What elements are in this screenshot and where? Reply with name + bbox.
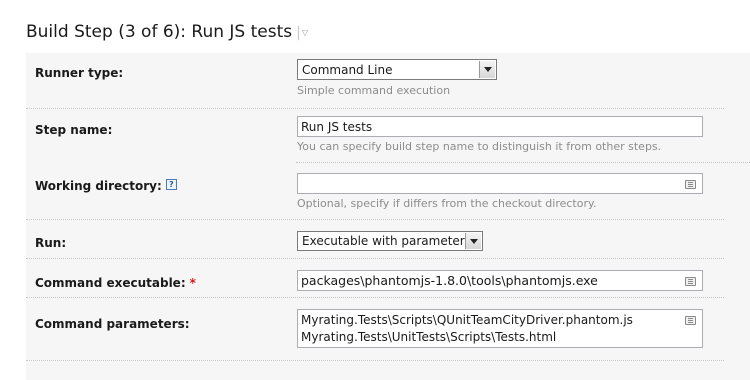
working-directory-note: Optional, specify if differs from the ch… (297, 197, 597, 210)
command-executable-input[interactable]: packages\phantomjs-1.8.0\tools\phantomjs… (297, 270, 703, 291)
run-row: Run: Executable with parameters (26, 220, 750, 258)
runner-type-label: Runner type: (35, 66, 124, 80)
run-label: Run: (35, 236, 67, 250)
command-executable-value: packages\phantomjs-1.8.0\tools\phantomjs… (301, 273, 598, 288)
title-separator: | (296, 25, 301, 41)
command-executable-row: Command executable: * packages\phantomjs-… (26, 259, 750, 297)
runner-type-value: Command Line (302, 63, 393, 77)
chevron-down-icon[interactable] (465, 233, 481, 249)
step-name-label: Step name: (35, 123, 113, 137)
runner-type-note: Simple command execution (297, 84, 451, 97)
working-directory-input[interactable] (297, 173, 703, 194)
runner-type-row: Runner type: Command Line Simple command… (26, 53, 750, 108)
page-title-text: Build Step (3 of 6): Run JS tests (26, 22, 293, 42)
expand-editor-icon[interactable] (685, 277, 696, 286)
chevron-down-icon[interactable] (479, 61, 495, 78)
step-name-row: Step name: Run JS tests You can specify … (26, 109, 750, 162)
step-name-input[interactable]: Run JS tests (297, 116, 703, 137)
expand-editor-icon[interactable] (685, 180, 696, 189)
run-value: Executable with parameters (302, 234, 471, 248)
working-directory-label-text: Working directory: (35, 179, 162, 193)
page-title: Build Step (3 of 6): Run JS tests |▽ (26, 22, 308, 42)
runner-type-select[interactable]: Command Line (297, 59, 497, 80)
working-directory-label: Working directory:? (35, 179, 177, 193)
required-marker: * (189, 276, 196, 290)
working-directory-row: Working directory:? Optional, specify if… (26, 163, 750, 219)
command-parameters-line-2: Myrating.Tests\UnitTests\Scripts\Tests.h… (301, 330, 557, 344)
divider (26, 360, 724, 361)
title-dropdown-icon[interactable]: ▽ (302, 28, 308, 37)
command-parameters-row: Command parameters: Myrating.Tests\Scrip… (26, 298, 750, 360)
command-executable-label: Command executable: * (35, 276, 196, 290)
command-parameters-label: Command parameters: (35, 317, 190, 331)
step-name-note: You can specify build step name to disti… (297, 140, 662, 153)
run-select[interactable]: Executable with parameters (297, 231, 483, 251)
command-executable-label-text: Command executable: (35, 276, 186, 290)
help-icon[interactable]: ? (165, 179, 177, 190)
step-name-value: Run JS tests (301, 120, 373, 134)
command-parameters-input[interactable]: Myrating.Tests\Scripts\QUnitTeamCityDriv… (297, 309, 703, 348)
build-step-form: Runner type: Command Line Simple command… (26, 53, 750, 380)
expand-editor-icon[interactable] (685, 316, 696, 325)
command-parameters-line-1: Myrating.Tests\Scripts\QUnitTeamCityDriv… (301, 313, 633, 327)
